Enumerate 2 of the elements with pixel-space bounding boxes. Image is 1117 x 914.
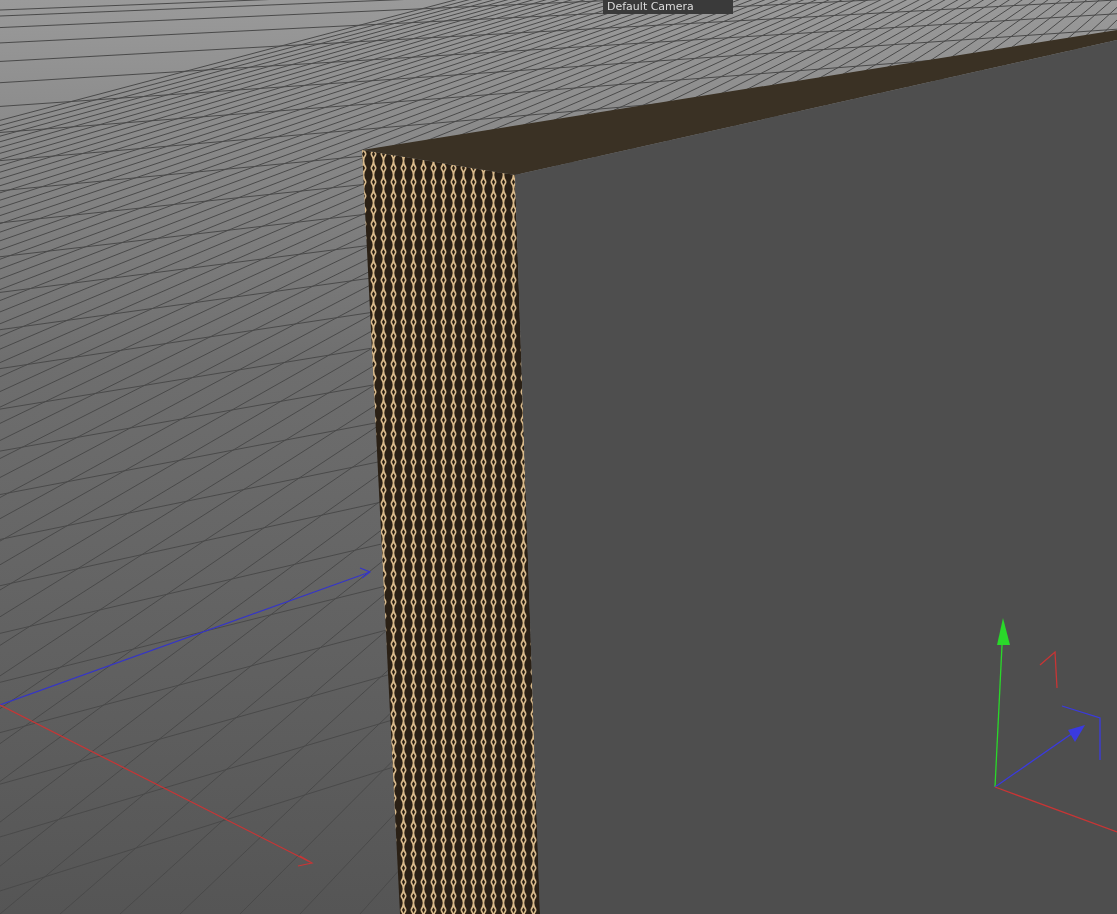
camera-label[interactable]: Default Camera <box>603 0 733 14</box>
axis-gizmo-icon[interactable] <box>994 618 1117 833</box>
